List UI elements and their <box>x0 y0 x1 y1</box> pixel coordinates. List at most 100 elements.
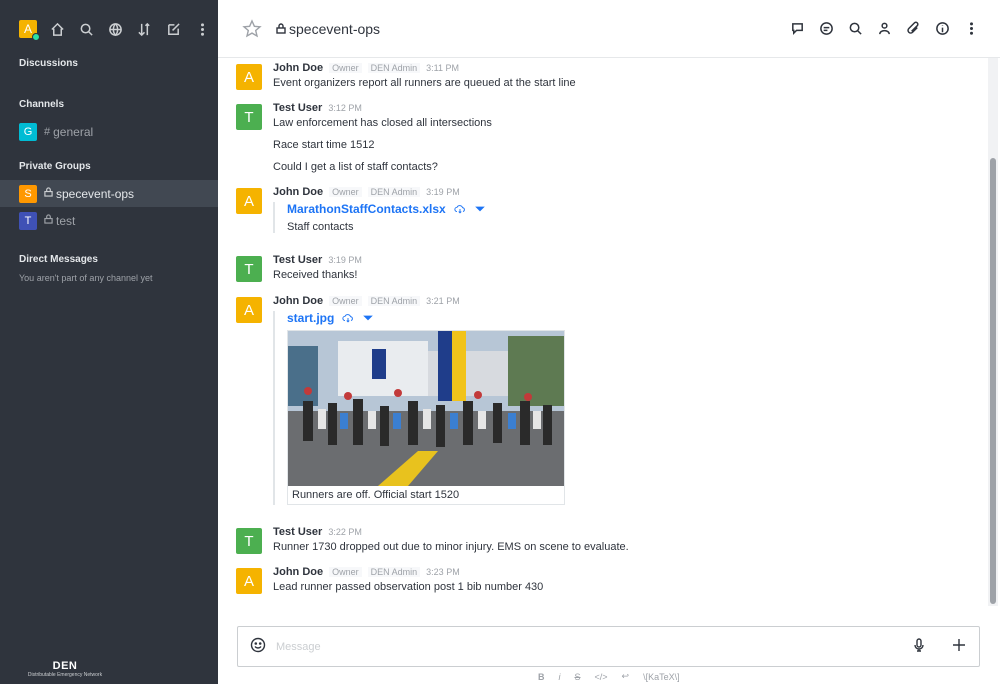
formatting-toolbar: B i S </> ↩ \[KaTeX\] <box>538 671 680 682</box>
room-avatar: S <box>19 184 37 203</box>
user-avatar[interactable]: A <box>236 64 262 90</box>
message-text: Could I get a list of staff contacts? <box>273 161 438 173</box>
code-button[interactable]: </> <box>595 672 608 682</box>
username[interactable]: John Doe <box>273 186 323 198</box>
timestamp: 3:12 PM <box>328 103 362 113</box>
role-badge: Owner <box>329 63 362 73</box>
strike-button[interactable]: S <box>575 672 581 682</box>
username[interactable]: Test User <box>273 254 322 266</box>
threads-icon[interactable] <box>818 20 835 37</box>
message-text: Law enforcement has closed all intersect… <box>273 117 492 129</box>
sidebar-item-specevent-ops[interactable]: S specevent-ops <box>0 180 218 207</box>
members-icon[interactable] <box>876 20 893 37</box>
sidebar-item-label: specevent-ops <box>56 186 135 201</box>
message: A John Doe Owner DEN Admin 3:23 PM Lead … <box>218 566 986 595</box>
username[interactable]: Test User <box>273 526 322 538</box>
room-avatar: G <box>19 122 37 141</box>
attachment-link[interactable]: MarathonStaffContacts.xlsx <box>287 202 446 216</box>
user-avatar[interactable]: A <box>236 297 262 323</box>
home-icon[interactable] <box>49 21 66 38</box>
message: T Test User 3:19 PM Received thanks! <box>218 254 986 283</box>
room-avatar: T <box>19 211 37 230</box>
chevron-down-icon[interactable] <box>474 204 486 214</box>
microphone-icon[interactable] <box>911 637 927 656</box>
hash-icon: # <box>44 125 51 138</box>
username[interactable]: Test User <box>273 102 322 114</box>
section-direct-messages: Direct Messages <box>19 254 98 265</box>
user-avatar[interactable]: A <box>19 20 40 41</box>
cloud-download-icon[interactable] <box>342 313 354 323</box>
role-badge: DEN Admin <box>367 567 421 577</box>
section-channels: Channels <box>19 99 65 110</box>
username[interactable]: John Doe <box>273 295 323 307</box>
user-avatar[interactable]: A <box>236 188 262 214</box>
header-actions <box>789 20 980 37</box>
room-header: specevent-ops <box>218 0 1000 58</box>
lock-icon <box>44 214 53 227</box>
scrollbar[interactable] <box>988 58 998 606</box>
italic-button[interactable]: i <box>559 672 561 682</box>
multiline-button[interactable]: ↩ <box>622 671 630 682</box>
user-avatar[interactable]: A <box>236 568 262 594</box>
kebab-menu-icon[interactable] <box>963 20 980 37</box>
attachment-icon[interactable] <box>905 20 922 37</box>
message: T Test User 3:22 PM Runner 1730 dropped … <box>218 526 986 555</box>
message-input[interactable] <box>276 640 911 653</box>
attachment-link[interactable]: start.jpg <box>287 311 334 325</box>
sidebar-item-test[interactable]: T test <box>0 207 218 234</box>
chevron-down-icon[interactable] <box>362 313 374 323</box>
search-icon[interactable] <box>78 21 95 38</box>
emoji-icon[interactable] <box>250 637 266 656</box>
message: A John Doe Owner DEN Admin 3:11 PM Event… <box>218 62 986 91</box>
username[interactable]: John Doe <box>273 62 323 74</box>
role-badge: Owner <box>329 187 362 197</box>
role-badge: Owner <box>329 567 362 577</box>
message-composer <box>237 626 980 667</box>
message: A John Doe Owner DEN Admin 3:21 PM start… <box>218 295 986 505</box>
bold-button[interactable]: B <box>538 672 545 682</box>
create-new-icon[interactable] <box>165 21 182 38</box>
message-text: Race start time 1512 <box>273 139 375 151</box>
user-avatar[interactable]: T <box>236 104 262 130</box>
info-icon[interactable] <box>934 20 951 37</box>
timestamp: 3:21 PM <box>426 296 460 306</box>
timestamp: 3:11 PM <box>426 63 460 73</box>
lock-icon <box>44 187 53 200</box>
lock-icon <box>276 23 286 34</box>
message-text: Runner 1730 dropped out due to minor inj… <box>273 541 629 553</box>
cloud-download-icon[interactable] <box>454 204 466 214</box>
user-avatar[interactable]: T <box>236 528 262 554</box>
search-messages-icon[interactable] <box>847 20 864 37</box>
main-area: specevent-ops A John Doe Owner DEN Admin… <box>218 0 1000 684</box>
dm-empty-note: You aren't part of any channel yet <box>19 273 153 283</box>
directory-icon[interactable] <box>107 21 124 38</box>
discussion-icon[interactable] <box>789 20 806 37</box>
section-private-groups: Private Groups <box>19 161 91 172</box>
room-title: specevent-ops <box>276 21 380 37</box>
plus-icon[interactable] <box>951 637 967 656</box>
username[interactable]: John Doe <box>273 566 323 578</box>
user-avatar[interactable]: T <box>236 256 262 282</box>
online-status-icon <box>32 33 40 41</box>
role-badge: Owner <box>329 296 362 306</box>
scrollbar-thumb[interactable] <box>990 158 996 604</box>
sidebar: A Discussions Channels G # general Priva… <box>0 0 218 684</box>
timestamp: 3:19 PM <box>328 255 362 265</box>
brand-logo: DEN Distributable Emergency Network <box>27 660 103 678</box>
message-list: A John Doe Owner DEN Admin 3:11 PM Event… <box>218 58 986 626</box>
marathon-start-photo[interactable] <box>288 331 564 486</box>
timestamp: 3:19 PM <box>426 187 460 197</box>
section-discussions: Discussions <box>19 58 78 69</box>
star-icon[interactable] <box>242 18 262 39</box>
image-attachment: start.jpg Runners are off. Official star… <box>273 311 986 505</box>
message-text: Lead runner passed observation post 1 bi… <box>273 581 544 593</box>
sidebar-item-label: general <box>53 124 94 139</box>
sidebar-item-general[interactable]: G # general <box>0 118 218 145</box>
katex-button[interactable]: \[KaTeX\] <box>643 672 680 682</box>
image-caption: Runners are off. Official start 1520 <box>292 489 460 501</box>
timestamp: 3:22 PM <box>328 527 362 537</box>
sidebar-item-label: test <box>56 213 76 228</box>
kebab-menu-icon[interactable] <box>194 21 211 38</box>
timestamp: 3:23 PM <box>426 567 460 577</box>
sort-icon[interactable] <box>136 21 153 38</box>
